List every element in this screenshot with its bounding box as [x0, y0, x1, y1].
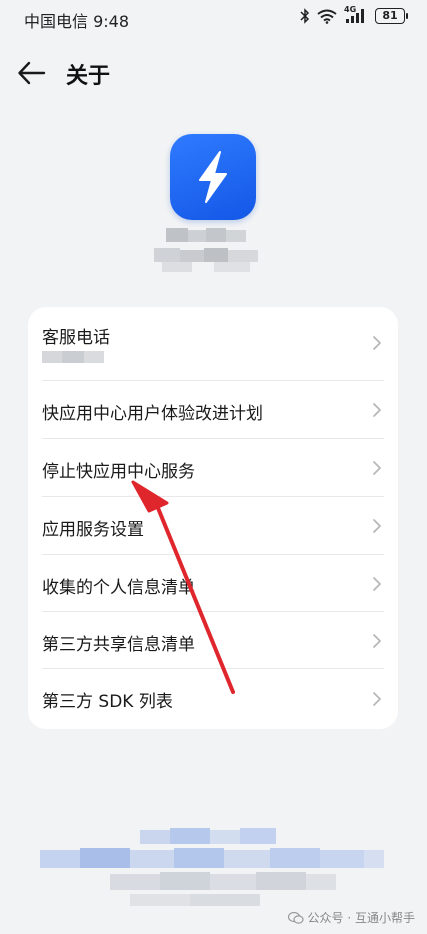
menu-item-personal-info-list[interactable]: 收集的个人信息清单: [28, 555, 398, 612]
page-title: 关于: [66, 64, 111, 89]
status-bar: 中国电信 9:48 4G 81: [0, 0, 427, 36]
menu-item-label: 第三方 SDK 列表: [42, 692, 173, 712]
menu-item-customer-service[interactable]: 客服电话: [28, 307, 398, 379]
menu-item-label: 收集的个人信息清单: [42, 578, 195, 598]
lightning-bolt-icon: [199, 151, 227, 203]
chevron-right-icon: [373, 519, 381, 533]
menu-item-stop-service[interactable]: 停止快应用中心服务: [28, 439, 398, 496]
menu-item-label: 第三方共享信息清单: [42, 635, 195, 655]
chevron-right-icon: [373, 336, 381, 350]
menu-item-label: 应用服务设置: [42, 520, 144, 540]
menu-item-experience-program[interactable]: 快应用中心用户体验改进计划: [28, 381, 398, 438]
signal-icon: 4G: [344, 5, 368, 24]
menu-item-third-party-sharing[interactable]: 第三方共享信息清单: [28, 612, 398, 669]
chevron-right-icon: [373, 692, 381, 706]
blurred-app-name: [154, 228, 262, 274]
watermark-text: 公众号 · 互通小帮手: [307, 911, 415, 925]
battery-indicator: 81: [375, 8, 408, 24]
blurred-footer-text: [40, 820, 390, 920]
chevron-right-icon: [373, 634, 381, 648]
menu-item-label: 快应用中心用户体验改进计划: [42, 404, 263, 424]
menu-item-label: 客服电话: [42, 328, 110, 348]
chevron-right-icon: [373, 403, 381, 417]
battery-level: 81: [382, 9, 398, 22]
chevron-right-icon: [373, 461, 381, 475]
back-button[interactable]: [16, 58, 50, 88]
status-icons: 4G 81: [300, 5, 408, 24]
blurred-phone-number: [42, 351, 104, 363]
wifi-icon: [317, 9, 337, 24]
carrier-time: 中国电信 9:48: [24, 12, 130, 31]
wechat-icon: [287, 911, 304, 924]
menu-item-third-party-sdk[interactable]: 第三方 SDK 列表: [28, 669, 398, 729]
watermark: 公众号 · 互通小帮手: [287, 909, 415, 926]
page-header: 关于: [0, 52, 427, 96]
chevron-right-icon: [373, 577, 381, 591]
bluetooth-icon: [300, 8, 310, 24]
back-arrow-icon: [18, 61, 46, 85]
about-menu-card: 客服电话 快应用中心用户体验改进计划 停止快应用中心服务 应用服务设置 收集的个…: [28, 307, 398, 729]
menu-item-label: 停止快应用中心服务: [42, 462, 195, 482]
app-logo: [170, 134, 256, 220]
menu-item-app-service-settings[interactable]: 应用服务设置: [28, 497, 398, 554]
